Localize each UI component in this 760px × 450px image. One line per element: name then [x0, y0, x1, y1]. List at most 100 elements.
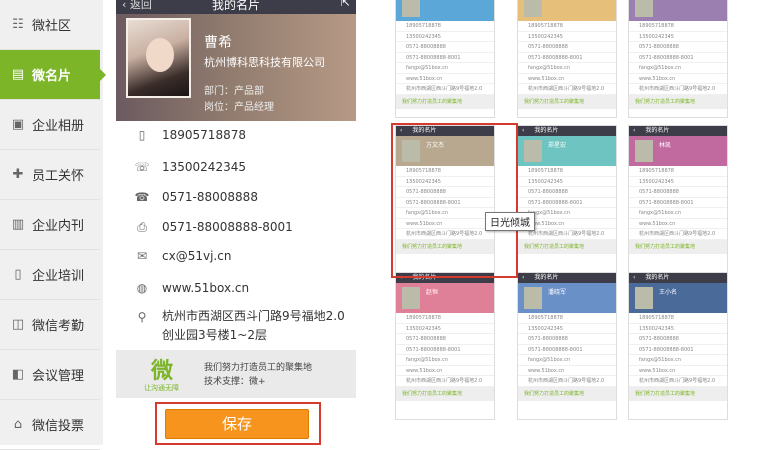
template-line: 杭州市西湖区西斗门路9号福地2.0 — [629, 229, 727, 240]
template-avatar — [402, 287, 420, 309]
template-line: www.51box.cn — [629, 219, 727, 229]
profile-company: 杭州博科思科技有限公司 — [204, 56, 325, 69]
template-footer: 我们努力打造员工的聚集地 — [629, 239, 727, 254]
template-footer: 我们努力打造员工的聚集地 — [396, 386, 494, 401]
template-footer: 我们努力打造员工的聚集地 — [629, 386, 727, 401]
fax-icon: ⎙ — [137, 219, 147, 234]
template-footer: 我们努力打造员工的聚集地 — [518, 94, 616, 109]
template-thumbnail[interactable]: ‹ 我的名片 林凯 18905718878 13500242345 0571-880088… — [628, 125, 728, 273]
sidebar-item-attendance[interactable]: ◫ 微信考勤 — [0, 300, 100, 350]
template-line: 0571-88008888 — [629, 187, 727, 198]
template-line: 13500242345 — [629, 177, 727, 187]
template-thumbnail[interactable]: ‹ 我的名片 赵恒 18905718878 13500242345 0571-880088… — [395, 272, 495, 420]
avatar — [126, 18, 191, 98]
template-line: fangx@51box.cn — [396, 63, 494, 74]
share-icon[interactable]: ⇱ — [341, 0, 350, 9]
template-thumbnail[interactable]: ‹ 我的名片 王小名 18905718878 13500242345 0571-88008… — [628, 272, 728, 420]
template-thumbnail[interactable]: ‹我的名片18905718878135002423450571-88008888… — [395, 0, 495, 118]
template-banner: 郑星宏 — [518, 136, 616, 166]
template-banner: 赵恒 — [396, 283, 494, 313]
template-avatar — [402, 0, 420, 17]
sidebar-item-label: 企业内刊 — [32, 219, 85, 234]
sidebar-item-training[interactable]: ▯ 企业培训 — [0, 250, 100, 300]
template-line: 杭州市西湖区西斗门路9号福地2.0 — [396, 376, 494, 387]
profile-dept: 部门：产品部 — [204, 86, 264, 97]
card-preview: ‹ 返回 我的名片 ⇱ 曹希 杭州博科思科技有限公司 部门：产品部 岗位：产品经… — [116, 0, 356, 445]
sidebar-item-card[interactable]: ▤ 微名片 — [0, 50, 106, 100]
ad-line-2: 技术支撑：微+ — [204, 377, 266, 387]
sidebar-item-magazine[interactable]: ▥ 企业内刊 — [0, 200, 100, 250]
community-icon: ☷ — [12, 17, 24, 32]
template-footer: 我们努力打造员工的聚集地 — [629, 94, 727, 109]
sidebar: ☷ 微社区 ▤ 微名片 ▣ 企业相册 ✚ 员工关怀 ▥ 企业内刊 ▯ 企业培训 … — [0, 0, 106, 450]
sidebar-item-label: 微名片 — [32, 69, 72, 84]
template-line: 0571-88008888-8001 — [518, 345, 616, 355]
template-line: 18905718878 — [629, 21, 727, 32]
profile-post: 岗位：产品经理 — [204, 102, 274, 113]
sidebar-item-meeting[interactable]: ◧ 会议管理 — [0, 350, 100, 400]
sidebar-item-label: 员工关怀 — [32, 169, 85, 184]
template-line: 13500242345 — [518, 32, 616, 42]
website-value: www.51box.cn — [162, 281, 250, 295]
preview-title: 我的名片 — [211, 0, 260, 12]
sidebar-item-label: 企业相册 — [32, 119, 85, 134]
template-thumbnail[interactable]: ‹我的名片18905718878135002423450571-88008888… — [517, 0, 617, 118]
template-line: 0571-88008888-8001 — [396, 53, 494, 63]
template-line: 18905718878 — [396, 313, 494, 324]
logo-tagline: 让沟通无障 — [144, 384, 179, 392]
training-icon: ▯ — [14, 267, 22, 282]
template-banner: 林凯 — [629, 136, 727, 166]
mail-icon: ✉ — [136, 249, 148, 263]
location-pin-icon: ⚲ — [137, 309, 147, 324]
template-line: fangx@51box.cn — [629, 208, 727, 219]
footer-ad: 微 让沟通无障 我们努力打造员工的聚集地 技术支撑：微+ — [116, 350, 356, 398]
template-avatar — [635, 140, 653, 162]
template-thumbnail[interactable]: ‹ 我的名片 郑星宏 18905718878 13500242345 0571-88008… — [517, 125, 617, 273]
address-row: ⚲ 杭州市西湖区西斗门路9号福地2.0 创业园3号楼1~2层 — [116, 307, 356, 345]
sidebar-item-album[interactable]: ▣ 企业相册 — [0, 100, 100, 150]
template-line: 13500242345 — [629, 324, 727, 334]
template-line: 0571-88008888 — [629, 334, 727, 345]
save-button[interactable]: 保存 — [165, 409, 309, 439]
template-banner — [396, 0, 494, 21]
template-line: 0571-88008888 — [518, 42, 616, 53]
template-avatar — [635, 0, 653, 17]
sidebar-item-vote[interactable]: ⌂ 微信投票 — [0, 400, 100, 450]
template-line: 13500242345 — [396, 32, 494, 42]
globe-icon: ◍ — [136, 281, 148, 295]
template-name: 林凯 — [659, 142, 672, 149]
profile-banner: 曹希 杭州博科思科技有限公司 部门：产品部 岗位：产品经理 — [116, 14, 356, 121]
sidebar-item-label: 微社区 — [32, 19, 72, 34]
template-name: 王小名 — [659, 289, 678, 296]
email-value: cx@51vj.cn — [162, 249, 232, 263]
email-row: ✉ cx@51vj.cn — [116, 248, 356, 264]
save-highlight: 保存 — [155, 402, 321, 445]
weiplus-logo: 微 — [151, 359, 174, 384]
template-line: 0571-88008888-8001 — [396, 345, 494, 355]
template-avatar — [635, 287, 653, 309]
template-name: 郑星宏 — [548, 142, 567, 149]
template-line: 18905718878 — [518, 166, 616, 177]
template-line: www.51box.cn — [396, 74, 494, 84]
template-line: 0571-88008888 — [396, 42, 494, 53]
vote-icon: ⌂ — [13, 417, 23, 432]
template-line: www.51box.cn — [629, 366, 727, 376]
template-footer: 我们努力打造员工的聚集地 — [518, 239, 616, 254]
template-header: ‹ 我的名片 — [518, 273, 616, 283]
template-line: www.51box.cn — [629, 74, 727, 84]
template-line: 0571-88008888 — [518, 187, 616, 198]
album-icon: ▣ — [11, 117, 25, 132]
template-thumbnail[interactable]: ‹ 我的名片 潘晓军 18905718878 13500242345 0571-88008… — [517, 272, 617, 420]
template-line: 18905718878 — [396, 21, 494, 32]
sidebar-item-community[interactable]: ☷ 微社区 — [0, 0, 100, 50]
template-thumbnail[interactable]: ‹我的名片18905718878135002423450571-88008888… — [628, 0, 728, 118]
template-avatar — [524, 0, 542, 17]
sidebar-item-care[interactable]: ✚ 员工关怀 — [0, 150, 100, 200]
phone-value: 0571-88008888 — [162, 190, 258, 204]
template-name: 赵恒 — [426, 289, 439, 296]
template-line: fangx@51box.cn — [518, 355, 616, 366]
meeting-icon: ◧ — [11, 367, 25, 382]
mobile-value-1: 18905718878 — [162, 128, 246, 142]
template-line: 18905718878 — [629, 166, 727, 177]
template-line: fangx@51box.cn — [518, 63, 616, 74]
